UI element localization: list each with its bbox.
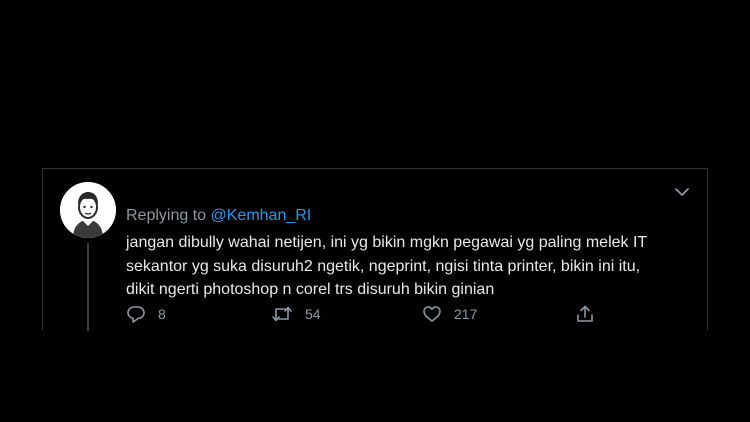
heart-icon (423, 306, 441, 322)
avatar[interactable] (60, 182, 116, 238)
default-avatar-icon (60, 182, 116, 238)
thread-connector-line (87, 243, 89, 331)
reply-button[interactable]: 8 (126, 302, 166, 326)
reply-count: 8 (158, 306, 166, 322)
chevron-down-icon (675, 188, 689, 196)
tweet-actions: 8 54 217 (126, 302, 606, 326)
share-button[interactable] (575, 302, 595, 326)
share-icon (577, 305, 593, 322)
tweet-menu-button[interactable] (673, 183, 691, 201)
reply-icon (127, 306, 145, 323)
tweet-text-line: jangan dibully wahai netijen, ini yg bik… (126, 234, 648, 251)
tweet-text-line: dikit ngerti photoshop n corel trs disur… (126, 281, 495, 298)
replying-to-handle-link[interactable]: @Kemhan_RI (211, 207, 312, 224)
retweet-count: 54 (305, 306, 321, 322)
screen: Replying to @Kemhan_RI jangan dibully wa… (0, 0, 750, 422)
tweet-card[interactable]: Replying to @Kemhan_RI jangan dibully wa… (42, 168, 708, 331)
like-count: 217 (454, 306, 478, 322)
tweet-text: jangan dibully wahai netijen, ini yg bik… (126, 231, 701, 302)
replying-to-label: Replying to (126, 207, 211, 224)
tweet-text-line: sekantor yg suka disuruh2 ngetik, ngepri… (126, 257, 641, 275)
like-button[interactable]: 217 (422, 302, 477, 326)
replying-to: Replying to @Kemhan_RI (126, 207, 311, 225)
retweet-button[interactable]: 54 (271, 302, 321, 326)
retweet-icon (272, 306, 292, 322)
